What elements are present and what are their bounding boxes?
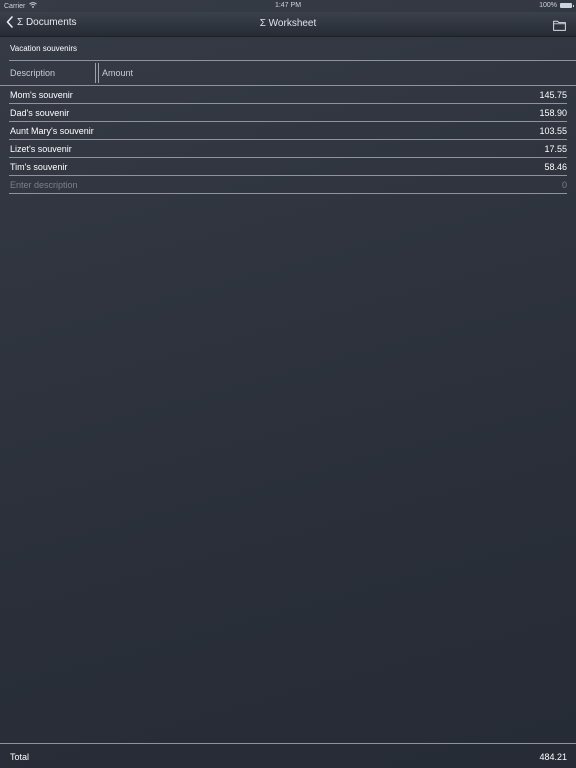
row-amount: 58.46 — [544, 162, 567, 172]
table-row[interactable]: Dad's souvenir 158.90 — [9, 104, 567, 122]
page-title: Σ Worksheet — [259, 18, 317, 29]
table-row[interactable]: Aunt Mary's souvenir 103.55 — [9, 122, 567, 140]
column-resize-handle[interactable] — [95, 63, 99, 83]
row-description: Aunt Mary's souvenir — [10, 126, 94, 136]
folder-button[interactable] — [553, 18, 566, 36]
total-bar: Total 484.21 — [0, 743, 576, 768]
amount-input[interactable]: 0 — [562, 180, 567, 190]
status-time: 1:47 PM — [274, 2, 302, 9]
total-value: 484.21 — [539, 752, 567, 762]
row-description: Tim's souvenir — [10, 162, 68, 172]
battery-icon — [560, 3, 574, 8]
sheet-title[interactable]: Vacation souvenirs — [10, 44, 77, 53]
battery-level — [561, 4, 571, 7]
status-bar: Carrier 1:47 PM 100% — [0, 0, 576, 12]
description-input[interactable]: Enter description — [10, 180, 78, 190]
table-row[interactable]: Mom's souvenir 145.75 — [9, 86, 567, 104]
row-amount: 17.55 — [544, 144, 567, 154]
row-amount: 145.75 — [539, 90, 567, 100]
navigation-bar: Σ Documents Σ Worksheet — [0, 12, 576, 37]
battery-percent: 100% — [539, 2, 557, 9]
status-right: 100% — [539, 2, 574, 9]
row-description: Lizet's souvenir — [10, 144, 72, 154]
worksheet-table: Mom's souvenir 145.75 Dad's souvenir 158… — [9, 86, 567, 194]
row-amount: 103.55 — [539, 126, 567, 136]
row-description: Mom's souvenir — [10, 90, 73, 100]
table-row[interactable]: Tim's souvenir 58.46 — [9, 158, 567, 176]
new-entry-row[interactable]: Enter description 0 — [9, 176, 567, 194]
title-divider — [9, 60, 576, 61]
row-description: Dad's souvenir — [10, 108, 70, 118]
table-row[interactable]: Lizet's souvenir 17.55 — [9, 140, 567, 158]
row-amount: 158.90 — [539, 108, 567, 118]
total-label: Total — [10, 752, 30, 762]
folder-icon — [553, 20, 566, 31]
